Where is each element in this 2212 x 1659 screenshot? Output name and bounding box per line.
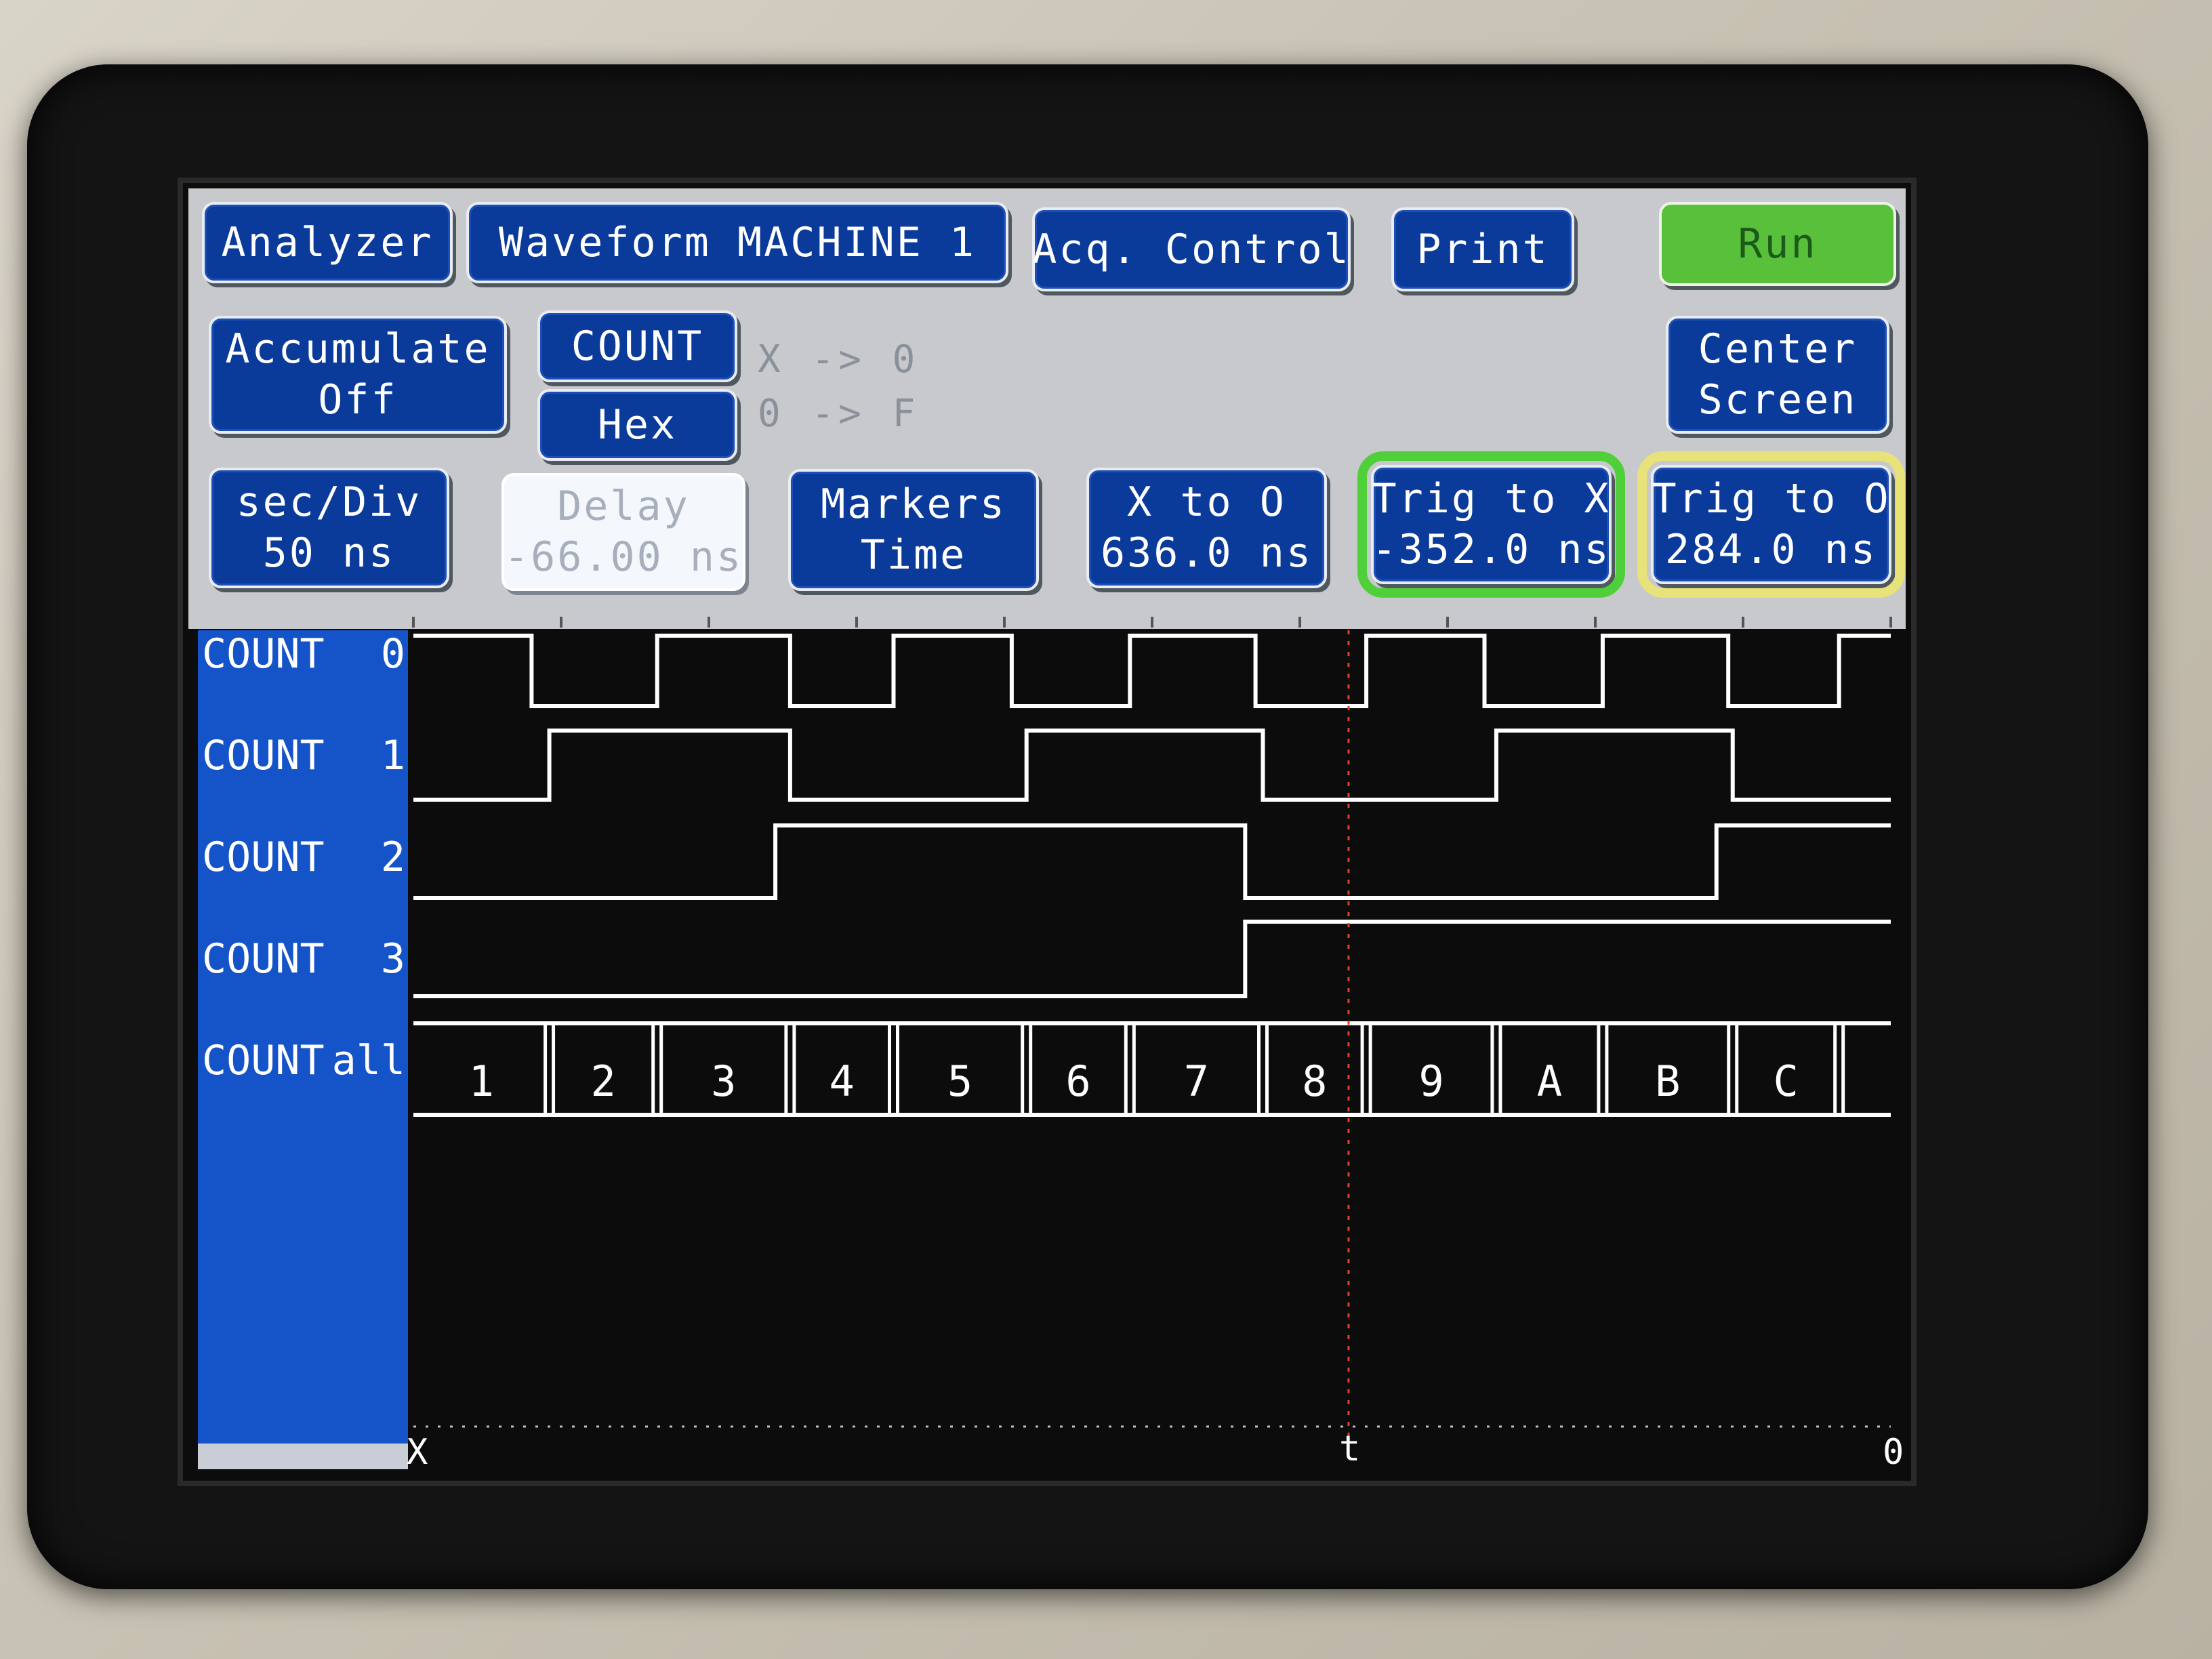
o-marker-label: 0 [1883,1432,1904,1473]
bus-value: A [1537,1057,1562,1106]
channel-trace-1 [413,729,1891,802]
bus-value: 8 [1302,1057,1327,1106]
channel-trace-0 [413,634,1891,708]
trigger-marker-label: t [1339,1429,1360,1469]
marker-layer: Xt 0 [407,630,1904,1473]
bus-value: 5 [947,1057,972,1106]
bus-value: 7 [1184,1057,1209,1106]
bus-value: B [1655,1057,1680,1106]
analyzer-screen: Analyzer Waveform MACHINE 1 Acq. Control… [178,178,1917,1486]
bus-value: 6 [1065,1057,1090,1106]
channel-trace-2 [413,823,1891,900]
bus-trace: 1 2 3 4 5 6 7 8 9 A B C [413,1021,1891,1117]
bus-value: 4 [830,1057,855,1106]
bus-value: 9 [1418,1057,1443,1106]
time-ticks [412,617,1892,628]
bus-value: 1 [469,1057,494,1106]
bus-value: 2 [590,1057,615,1106]
waveform-traces [413,634,1891,998]
bus-value: 3 [711,1057,736,1106]
x-marker-label: X [407,1432,428,1473]
bus-value: C [1774,1057,1799,1106]
channel-trace-3 [413,920,1891,998]
waveform-display: 1 2 3 4 5 6 7 8 9 A B C Xt 0 [407,617,1904,1473]
